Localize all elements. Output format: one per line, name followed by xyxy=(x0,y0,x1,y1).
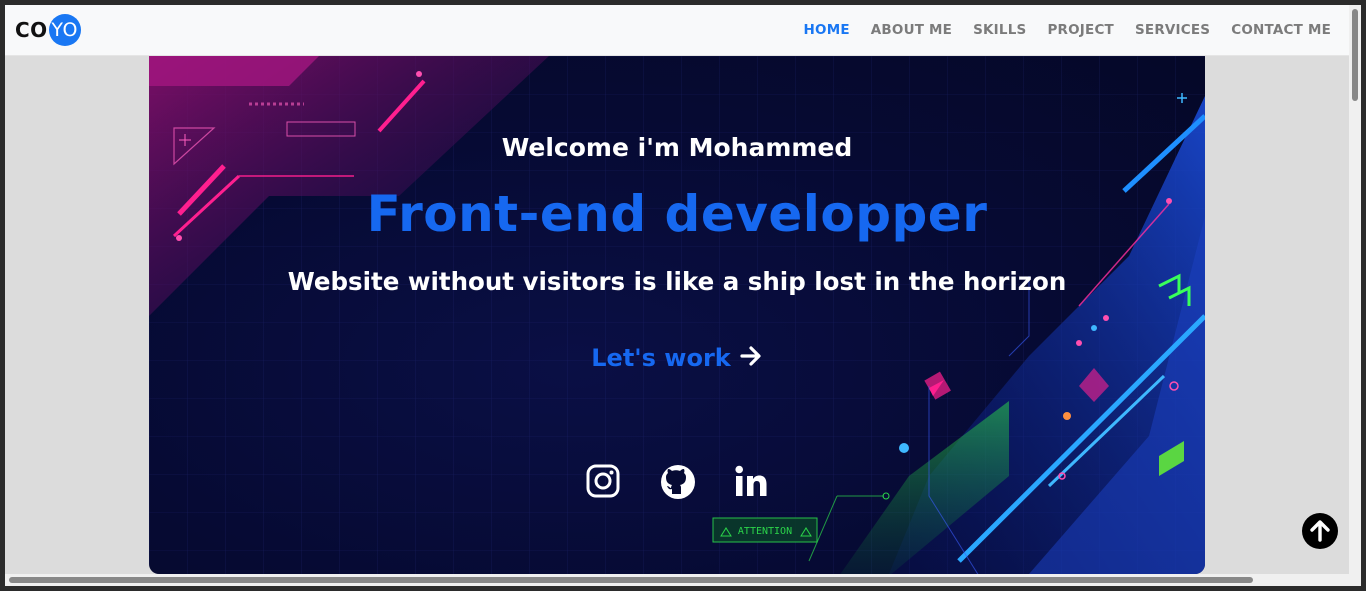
lets-work-button[interactable]: Let's work xyxy=(149,344,1205,372)
hero-content: Welcome i'm Mohammed Front-end developpe… xyxy=(149,56,1205,574)
horizontal-scrollbar-thumb[interactable] xyxy=(9,577,1253,583)
social-links xyxy=(149,464,1205,500)
tagline-text: Website without visitors is like a ship … xyxy=(287,267,1067,296)
brand-logo[interactable]: CO YO xyxy=(15,14,81,46)
horizontal-scrollbar[interactable] xyxy=(5,574,1361,586)
lets-work-label: Let's work xyxy=(591,344,731,372)
arrow-up-icon xyxy=(1310,520,1330,542)
instagram-icon[interactable] xyxy=(586,464,620,500)
browser-viewport: CO YO HOME ABOUT ME SKILLS PROJECT SERVI… xyxy=(5,5,1361,586)
arrow-right-icon xyxy=(739,345,763,371)
scroll-to-top-button[interactable] xyxy=(1302,513,1338,549)
top-navbar: CO YO HOME ABOUT ME SKILLS PROJECT SERVI… xyxy=(5,5,1349,56)
welcome-heading: Welcome i'm Mohammed xyxy=(501,133,853,162)
brand-text-co: CO xyxy=(15,18,48,42)
nav-item-home[interactable]: HOME xyxy=(804,22,850,38)
role-heading: Front-end developper xyxy=(366,185,988,243)
linkedin-icon[interactable] xyxy=(734,464,768,500)
nav-item-skills[interactable]: SKILLS xyxy=(973,22,1026,38)
nav-menu: HOME ABOUT ME SKILLS PROJECT SERVICES CO… xyxy=(783,22,1331,38)
nav-item-project[interactable]: PROJECT xyxy=(1047,22,1114,38)
vertical-scrollbar-thumb[interactable] xyxy=(1352,9,1358,101)
nav-item-contact-me[interactable]: CONTACT ME xyxy=(1231,22,1331,38)
brand-text-yo: YO xyxy=(48,14,81,46)
nav-item-about-me[interactable]: ABOUT ME xyxy=(871,22,952,38)
vertical-scrollbar[interactable] xyxy=(1349,5,1361,574)
nav-item-services[interactable]: SERVICES xyxy=(1135,22,1210,38)
hero-section: ATTENTION Welcome i'm Mohammed Front-end… xyxy=(149,56,1205,574)
github-icon[interactable] xyxy=(660,464,695,500)
